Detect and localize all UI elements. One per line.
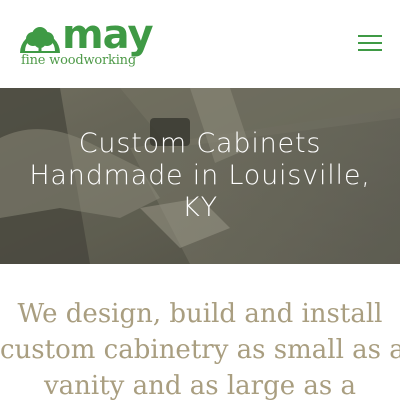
hero-title-line: KY [182,192,218,223]
hamburger-menu-icon[interactable] [358,32,382,52]
site-logo[interactable]: may fine woodworking [18,12,168,72]
intro-text: We design, build and install custom cabi… [0,296,400,400]
hero-title-line: Handmade in Louisville, [29,160,371,191]
intro-line: vanity and as large as a [43,371,357,400]
intro-line: We design, build and install [17,299,383,329]
hero-title-line: Custom Cabinets [78,128,322,159]
intro-line: custom cabinetry as small as a [0,335,400,365]
hero-banner: Custom Cabinets Handmade in Louisville, … [0,88,400,264]
logo-tagline: fine woodworking [21,53,136,68]
tree-logo-icon [20,27,60,53]
site-header: may fine woodworking [0,0,400,88]
hero-title: Custom Cabinets Handmade in Louisville, … [0,128,400,224]
